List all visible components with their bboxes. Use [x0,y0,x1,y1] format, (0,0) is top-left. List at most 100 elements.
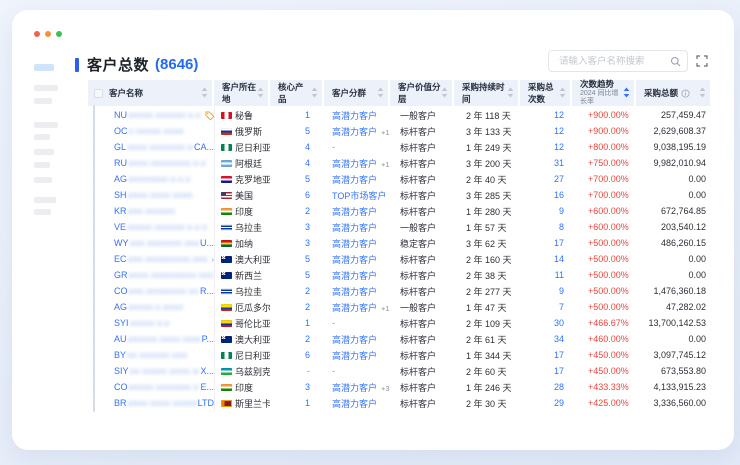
customer-segment[interactable]: 高潜力客户 [324,285,390,298]
purchase-count[interactable]: 9 [520,206,572,216]
purchase-count[interactable]: 17 [520,238,572,248]
sort-icon[interactable] [699,87,706,98]
customer-segment[interactable]: 高潜力客户+1 [324,301,390,314]
core-products-count[interactable]: 5 [270,174,324,184]
sort-icon[interactable] [311,87,318,98]
core-products-count[interactable]: 2 [270,334,324,344]
core-products-count[interactable]: 2 [270,286,324,296]
fullscreen-icon[interactable] [696,55,708,67]
customer-name-link[interactable]: COooo oooooooo oooo oR... [106,286,214,296]
column-header-name[interactable]: 客户名称 [88,80,214,106]
customer-segment[interactable]: 高潜力客户+1 [324,157,390,170]
core-products-count[interactable]: 5 [270,126,324,136]
customer-name-link[interactable]: COooooo ooooooo oooooE... [106,382,214,392]
core-products-count[interactable]: 6 [270,190,324,200]
customer-segment[interactable]: 高潜力客户+1 [324,125,390,138]
core-products-count[interactable]: 2 [270,206,324,216]
purchase-count[interactable]: 27 [520,174,572,184]
column-header-tier[interactable]: 客户价值分层 [390,80,454,106]
purchase-count[interactable]: 28 [520,382,572,392]
select-all-checkbox[interactable] [94,89,103,98]
sidebar-item[interactable] [34,162,50,168]
customer-name-link[interactable]: OCo ooooo oooo [106,126,214,136]
core-products-count[interactable]: 3 [270,238,324,248]
sort-icon[interactable] [507,87,514,98]
customer-segment[interactable]: 高潜力客户+3 [324,381,390,394]
core-products-count[interactable]: 1 [270,318,324,328]
minimize-window-icon[interactable] [45,31,51,37]
sidebar-item[interactable] [34,122,58,128]
sidebar-item-active[interactable] [34,64,54,71]
column-header-products[interactable]: 核心产品 [270,80,324,106]
sidebar-item[interactable] [34,134,50,140]
customer-name-link[interactable]: KRooo oooooo [106,206,214,216]
purchase-count[interactable]: 34 [520,334,572,344]
customer-segment[interactable]: 高潜力客户 [324,349,390,362]
sort-icon[interactable] [201,87,208,98]
core-products-count[interactable]: 5 [270,254,324,264]
customer-segment[interactable]: 高潜力客户 [324,205,390,218]
core-products-count[interactable]: 6 [270,350,324,360]
customer-name-link[interactable]: GRoooo ooooooooo ooooooo [106,270,214,280]
customer-name-link[interactable]: GLoooo ooooooo ooo oooooCA... [106,142,214,152]
column-header-amount[interactable]: 采购总额 [636,80,710,106]
core-products-count[interactable]: 2 [270,302,324,312]
purchase-count[interactable]: 14 [520,254,572,264]
customer-name-link[interactable]: RUoooo oooooooo o.o [106,158,214,168]
sidebar-item[interactable] [34,149,54,155]
purchase-count[interactable]: 8 [520,222,572,232]
customer-name-link[interactable]: BYoo oooooo ooo [106,350,214,360]
core-products-count[interactable]: 4 [270,142,324,152]
customer-name-link[interactable]: AGoooooooo o.o.o [106,174,214,184]
customer-segment[interactable]: 高潜力客户 [324,237,390,250]
customer-segment[interactable]: 高潜力客户 [324,397,390,410]
purchase-count[interactable]: 30 [520,318,572,328]
sort-icon[interactable] [257,87,264,98]
customer-segment[interactable]: TOP市场客户 [324,189,390,202]
column-header-location[interactable]: 客户所在地 [214,80,270,106]
sort-icon[interactable] [623,87,630,98]
purchase-count[interactable]: 31 [520,158,572,168]
purchase-count[interactable]: 17 [520,350,572,360]
purchase-count[interactable]: 29 [520,398,572,408]
purchase-count[interactable]: 17 [520,366,572,376]
customer-segment[interactable]: 高潜力客户 [324,109,390,122]
customer-name-link[interactable]: AGooooo o oooo [106,302,214,312]
purchase-count[interactable]: 9 [520,286,572,296]
sidebar-item[interactable] [34,98,52,104]
customer-name-link[interactable]: BRoooo oooo ooooooo oooLTD [106,398,214,408]
close-window-icon[interactable] [34,31,40,37]
core-products-count[interactable]: 3 [270,382,324,392]
customer-segment[interactable]: 高潜力客户 [324,253,390,266]
core-products-count[interactable]: 1 [270,398,324,408]
customer-segment[interactable]: 高潜力客户 [324,173,390,186]
customer-segment[interactable]: 高潜力客户 [324,221,390,234]
column-header-count[interactable]: 采购总次数 [520,80,572,106]
core-products-count[interactable]: 5 [270,270,324,280]
row-checkbox[interactable] [93,393,95,412]
customer-name-link[interactable]: WYooo ooooooo oooo oooU... [106,238,214,248]
column-header-duration[interactable]: 采购持续时间 [454,80,520,106]
purchase-count[interactable]: 12 [520,142,572,152]
purchase-count[interactable]: 12 [520,126,572,136]
sidebar-item[interactable] [34,85,58,91]
sort-icon[interactable] [559,87,566,98]
core-products-count[interactable]: 4 [270,158,324,168]
customer-name-link[interactable]: SHoooo oooo oooo [106,190,214,200]
purchase-count[interactable]: 7 [520,302,572,312]
info-icon[interactable] [681,89,690,98]
core-products-count[interactable]: 1 [270,110,324,120]
maximize-window-icon[interactable] [56,31,62,37]
customer-name-link[interactable]: AUoooooo oooo ooooooooo oP... [106,334,214,344]
customer-segment[interactable]: 高潜力客户 [324,269,390,282]
customer-name-link[interactable]: SYIooooo o.o [106,318,214,328]
sidebar-item[interactable] [34,177,52,183]
column-header-segment[interactable]: 客户分群 [324,80,390,106]
column-header-trend[interactable]: 次数趋势2024 同比增长率 [572,80,636,106]
search-box[interactable] [548,50,688,72]
customer-name-link[interactable]: ECooo ooooooooo ooo ooooooo› [106,254,214,264]
customer-segment[interactable]: 高潜力客户 [324,333,390,346]
sidebar-item[interactable] [34,209,51,215]
purchase-count[interactable]: 12 [520,110,572,120]
customer-name-link[interactable]: NUooooo oooooo o.o.o [106,110,214,120]
